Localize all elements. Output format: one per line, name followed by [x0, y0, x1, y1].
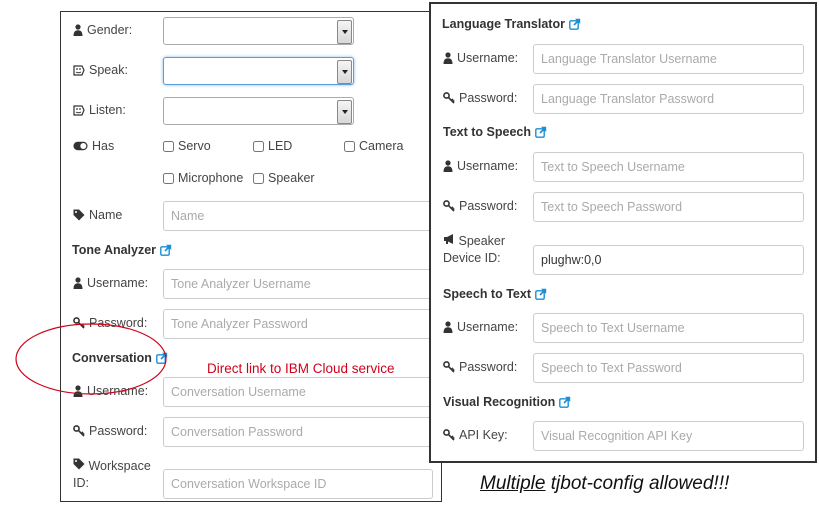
toggle-icon	[73, 141, 88, 151]
footer-rest: tjbot-config allowed!!!	[545, 473, 730, 494]
right-config-panel: Language Translator Username: Password: …	[430, 3, 816, 462]
stt-username-label: Username:	[443, 320, 518, 334]
visual-recognition-heading: Visual Recognition	[443, 395, 571, 409]
tone-username-label: Username:	[73, 276, 148, 290]
user-icon	[443, 160, 453, 172]
workspace-label: Workspace ID:	[73, 458, 151, 490]
conversation-heading: Conversation	[72, 351, 168, 365]
text-to-speech-heading: Text to Speech	[443, 125, 547, 139]
microphone-checkbox[interactable]	[163, 172, 174, 184]
tag-icon	[73, 209, 85, 221]
speaker-checkbox[interactable]	[253, 172, 264, 184]
name-input[interactable]	[163, 201, 441, 231]
servo-checkbox[interactable]	[163, 140, 174, 152]
camera-checkbox[interactable]	[344, 140, 355, 152]
checkbox-microphone[interactable]: Microphone	[163, 171, 243, 185]
has-label: Has	[73, 139, 114, 153]
chevron-down-icon[interactable]	[337, 100, 352, 124]
external-link-icon[interactable]	[535, 288, 547, 300]
speak-select[interactable]	[163, 57, 354, 85]
key-icon	[73, 317, 85, 329]
chevron-down-icon[interactable]	[337, 20, 352, 44]
translator-password-input[interactable]	[533, 84, 804, 114]
key-icon	[73, 425, 85, 437]
external-link-icon[interactable]	[535, 126, 547, 138]
stt-password-input[interactable]	[533, 353, 804, 383]
face-icon	[73, 104, 85, 116]
external-link-icon[interactable]	[559, 396, 571, 408]
tts-password-input[interactable]	[533, 192, 804, 222]
user-icon	[73, 277, 83, 289]
user-icon	[73, 24, 83, 36]
face-icon	[73, 64, 85, 76]
footer-caption: Multiple tjbot-config allowed!!!	[480, 473, 729, 495]
footer-emphasis: Multiple	[480, 473, 546, 494]
checkbox-camera[interactable]: Camera	[344, 139, 403, 153]
language-translator-heading: Language Translator	[442, 17, 581, 31]
tone-password-label: Password:	[73, 316, 147, 330]
tone-username-input[interactable]	[163, 269, 441, 299]
listen-select[interactable]	[163, 97, 354, 125]
checkbox-led[interactable]: LED	[253, 139, 292, 153]
key-icon	[443, 361, 455, 373]
listen-label: Listen:	[73, 103, 126, 117]
conversation-username-label: Username:	[73, 384, 148, 398]
external-link-icon[interactable]	[569, 18, 581, 30]
translator-password-label: Password:	[443, 91, 517, 105]
conversation-password-label: Password:	[73, 424, 147, 438]
user-icon	[443, 321, 453, 333]
translator-username-input[interactable]	[533, 44, 804, 74]
key-icon	[443, 200, 455, 212]
chevron-down-icon[interactable]	[337, 60, 352, 84]
gender-label: Gender:	[73, 23, 132, 37]
visual-apikey-label: API Key:	[443, 428, 508, 442]
name-label: Name	[73, 208, 122, 222]
checkbox-speaker[interactable]: Speaker	[253, 171, 315, 185]
left-config-panel: Gender: Speak: Listen: Has Servo LED Cam…	[60, 11, 442, 502]
speech-to-text-heading: Speech to Text	[443, 287, 547, 301]
tts-username-input[interactable]	[533, 152, 804, 182]
tag-icon	[73, 458, 85, 470]
key-icon	[443, 429, 455, 441]
bullhorn-icon	[443, 233, 455, 245]
key-icon	[443, 92, 455, 104]
user-icon	[443, 52, 453, 64]
speaker-device-input[interactable]	[533, 245, 804, 275]
checkbox-servo[interactable]: Servo	[163, 139, 211, 153]
user-icon	[73, 385, 83, 397]
annotation-text: Direct link to IBM Cloud service	[207, 361, 395, 376]
external-link-icon[interactable]	[156, 352, 168, 364]
tone-password-input[interactable]	[163, 309, 441, 339]
speak-label: Speak:	[73, 63, 128, 77]
external-link-icon[interactable]	[160, 244, 172, 256]
speaker-device-label: Speaker Device ID:	[443, 233, 506, 265]
stt-password-label: Password:	[443, 360, 517, 374]
led-checkbox[interactable]	[253, 140, 264, 152]
conversation-password-input[interactable]	[163, 417, 441, 447]
gender-select[interactable]	[163, 17, 354, 45]
tts-password-label: Password:	[443, 199, 517, 213]
tts-username-label: Username:	[443, 159, 518, 173]
stt-username-input[interactable]	[533, 313, 804, 343]
translator-username-label: Username:	[443, 51, 518, 65]
visual-apikey-input[interactable]	[533, 421, 804, 451]
workspace-id-input[interactable]	[163, 469, 433, 499]
conversation-username-input[interactable]	[163, 377, 441, 407]
tone-analyzer-heading: Tone Analyzer	[72, 243, 172, 257]
